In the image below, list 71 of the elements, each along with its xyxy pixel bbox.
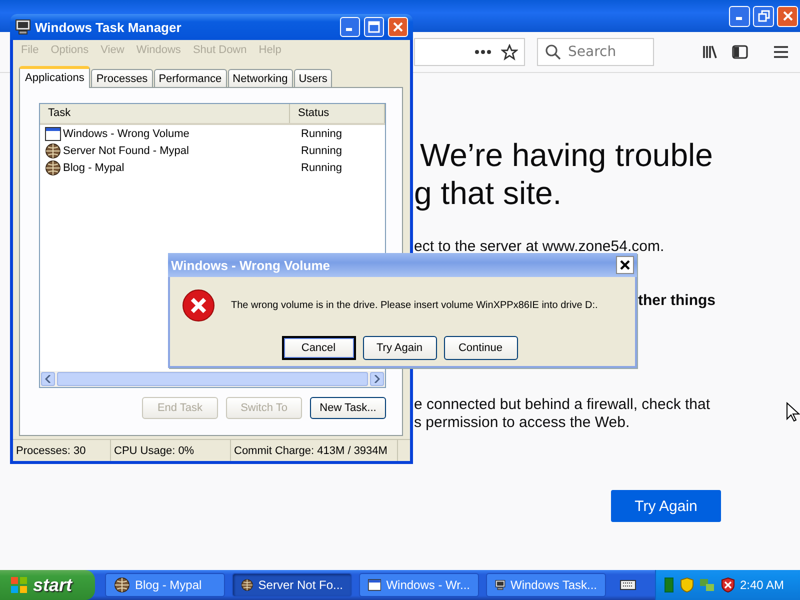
tab[interactable]: Processes	[91, 69, 153, 87]
tab[interactable]: Applications	[19, 66, 90, 88]
globe-icon	[45, 142, 61, 158]
computer-icon	[495, 577, 506, 593]
taskbar-button[interactable]: Windows - Wr...	[359, 573, 479, 597]
keyboard-icon[interactable]	[620, 580, 636, 590]
dialog-title: Windows - Wrong Volume	[171, 258, 330, 272]
error-message: The wrong volume is in the drive. Please insert volume WinXPPx86IE into drive D:.	[231, 300, 598, 311]
tab[interactable]: Performance	[154, 69, 227, 87]
column-header[interactable]: Task	[40, 104, 290, 123]
dialog-button[interactable]: Try Again	[362, 336, 436, 360]
task-name[interactable]: Windows - Wrong Volume	[63, 128, 190, 140]
error-text: ect to the server at www.zone54.com.	[414, 238, 664, 256]
status-text: Commit Charge: 413M / 3934M	[231, 440, 398, 461]
advice-text: e connected but behind a firewall, check that	[414, 396, 710, 414]
task-status: Running	[300, 162, 342, 174]
error-heading: We’re having trouble	[420, 136, 714, 174]
address-bar[interactable]	[414, 38, 525, 66]
status-text: CPU Usage: 0%	[111, 440, 231, 461]
taskbar-button[interactable]: Server Not Fo...	[232, 573, 352, 597]
scroll-left-button[interactable]	[41, 372, 55, 386]
globe-icon	[241, 577, 254, 593]
dialog-button[interactable]: Continue	[444, 336, 518, 360]
error-icon	[182, 289, 215, 322]
try-again-button[interactable]: Try Again	[611, 490, 721, 522]
close-icon	[782, 10, 794, 22]
maximize-button[interactable]	[364, 17, 384, 37]
close-icon	[620, 260, 630, 270]
sidebar-icon[interactable]	[732, 45, 748, 59]
clock: 2:40 AM	[740, 578, 785, 592]
minimize-button[interactable]	[340, 17, 360, 37]
computer-icon	[15, 19, 31, 35]
window-icon	[45, 126, 61, 140]
tab[interactable]: Users	[294, 69, 332, 87]
error-heading: g that site.	[414, 174, 563, 212]
window-icon	[368, 578, 382, 592]
taskbar-button[interactable]: Blog - Mypal	[105, 573, 225, 597]
action-button[interactable]: New Task...	[310, 397, 386, 419]
section-heading: ther things	[638, 292, 716, 310]
shield-icon[interactable]	[678, 577, 694, 593]
advice-text: s permission to access the Web.	[414, 414, 630, 432]
start-button[interactable]: start	[0, 570, 95, 600]
close-button[interactable]	[616, 256, 634, 274]
status-text: Processes: 30	[13, 440, 111, 461]
globe-icon	[114, 577, 130, 593]
task-status: Running	[300, 128, 342, 140]
close-icon	[392, 21, 404, 33]
task-status: Running	[300, 144, 342, 156]
library-icon[interactable]	[702, 44, 718, 60]
restore-icon	[758, 10, 770, 22]
search-icon	[545, 44, 561, 60]
task-name[interactable]: Blog - Mypal	[63, 162, 124, 174]
taskbar-button[interactable]: Windows Task...	[486, 573, 606, 597]
scroll-thumb[interactable]	[57, 372, 368, 386]
minimize-button[interactable]	[729, 6, 750, 26]
star-icon[interactable]	[501, 44, 518, 60]
security-alert-icon[interactable]	[720, 577, 735, 593]
more-icon[interactable]	[475, 50, 491, 54]
maximize-icon	[368, 21, 380, 33]
menu-icon[interactable]	[774, 46, 788, 58]
column-header[interactable]: Status	[290, 104, 385, 123]
restore-button[interactable]	[753, 6, 774, 26]
window-title: Windows Task Manager	[35, 20, 182, 34]
search-field[interactable]: Search	[537, 38, 654, 66]
scroll-right-button[interactable]	[370, 372, 384, 386]
windows-flag-icon	[10, 576, 28, 594]
dialog-button[interactable]: Cancel	[282, 336, 356, 360]
globe-icon	[45, 160, 61, 176]
tab[interactable]: Networking	[228, 69, 293, 87]
task-name[interactable]: Server Not Found - Mypal	[63, 144, 189, 156]
horizontal-scrollbar[interactable]	[40, 371, 385, 387]
